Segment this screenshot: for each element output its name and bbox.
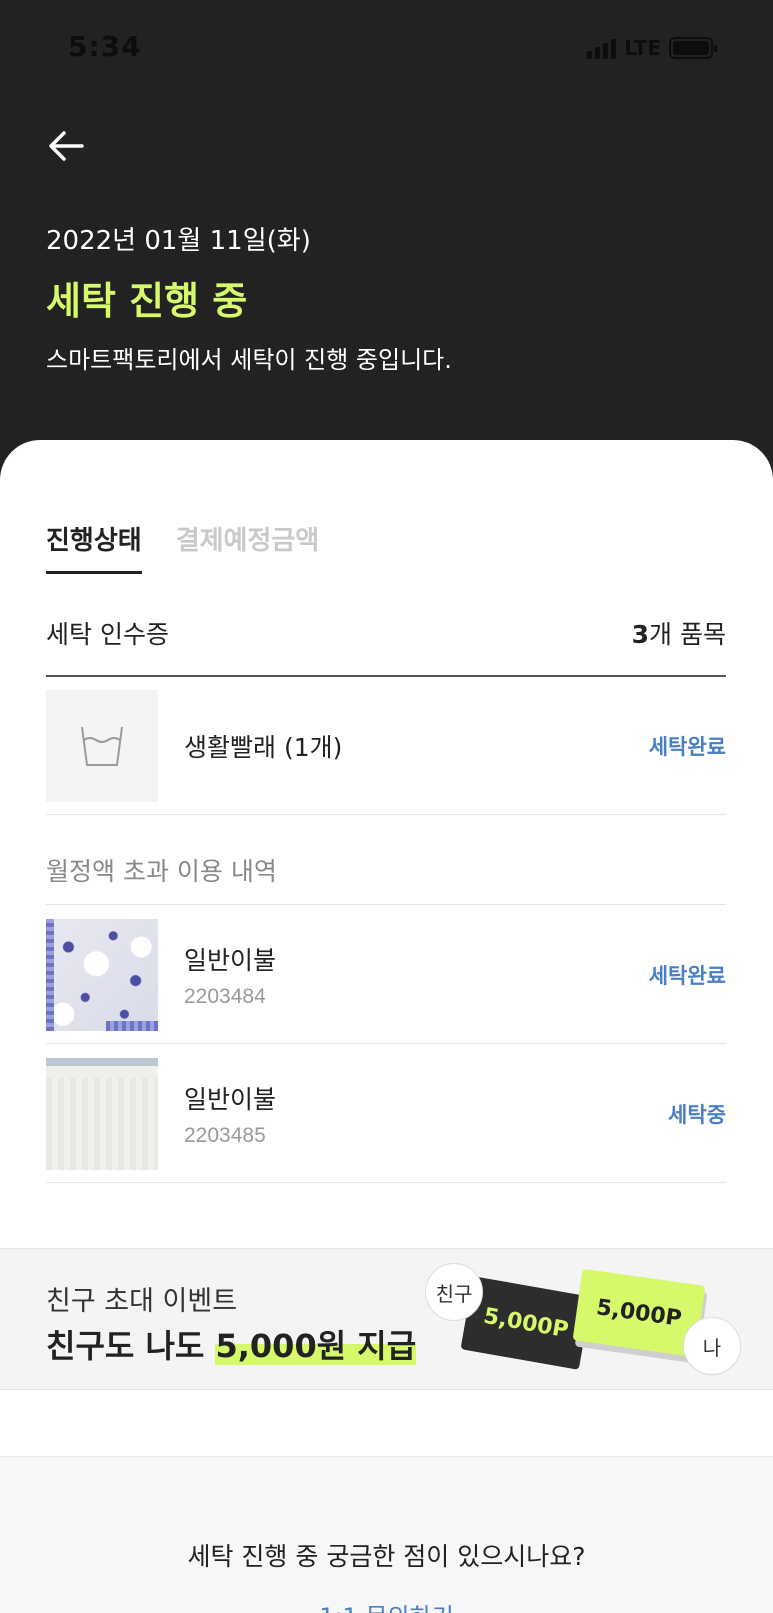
- status-time: 5:34: [68, 30, 142, 63]
- divider: [46, 814, 726, 815]
- tab-payment[interactable]: 결제예정금액: [176, 520, 320, 574]
- spacer: [0, 1390, 773, 1456]
- receipt-header: 세탁 인수증 3개 품목: [46, 615, 726, 651]
- divider: [46, 675, 726, 677]
- item-photo: [46, 1058, 158, 1170]
- list-item[interactable]: 생활빨래 (1개) 세탁완료: [46, 690, 726, 802]
- item-name: 일반이불: [184, 946, 277, 975]
- item-name: 생활빨래 (1개): [184, 733, 343, 762]
- overage-section-title: 월정액 초과 이용 내역: [46, 857, 277, 886]
- receipt-count: 3개 품목: [631, 620, 726, 649]
- list-item[interactable]: 일반이불 2203485 세탁중: [46, 1058, 726, 1170]
- item-code: 2203485: [184, 1124, 266, 1147]
- item-photo: [46, 919, 158, 1031]
- receipt-title: 세탁 인수증: [46, 620, 169, 649]
- faq-question: 세탁 진행 중 궁금한 점이 있으시나요?: [187, 1542, 586, 1571]
- signal-icon: [587, 37, 617, 59]
- tab-bar: 진행상태 결제예정금액: [46, 520, 319, 574]
- battery-icon: [669, 37, 717, 59]
- faq-section: 세탁 진행 중 궁금한 점이 있으시나요? 1:1 문의하기: [0, 1456, 773, 1613]
- laundry-basin-icon: [81, 726, 123, 766]
- back-button[interactable]: [46, 128, 86, 164]
- item-info: 일반이불 2203484: [184, 941, 649, 1009]
- item-code: 2203484: [184, 985, 266, 1008]
- item-status: 세탁완료: [648, 964, 726, 988]
- me-bubble: 나: [683, 1317, 741, 1375]
- divider: [46, 904, 726, 905]
- header: 5:34 LTE 2022년 01월 11일(화) 세탁 진행 중 스마트팩토리…: [0, 0, 773, 480]
- arrow-left-icon: [49, 131, 84, 161]
- order-date: 2022년 01월 11일(화): [46, 226, 311, 256]
- item-name: 일반이불: [184, 1085, 277, 1114]
- item-info: 생활빨래 (1개): [184, 728, 649, 764]
- banner-title: 친구도 나도 5,000원 지급: [46, 1327, 417, 1365]
- divider: [46, 1043, 726, 1044]
- list-item[interactable]: 일반이불 2203484 세탁완료: [46, 919, 726, 1031]
- inquiry-link[interactable]: 1:1 문의하기: [0, 1597, 773, 1613]
- status-indicators: LTE: [587, 36, 717, 60]
- network-label: LTE: [624, 36, 661, 60]
- banner-subtitle: 친구 초대 이벤트: [46, 1286, 238, 1317]
- item-thumbnail: [46, 690, 158, 802]
- status-description: 스마트팩토리에서 세탁이 진행 중입니다.: [46, 346, 452, 374]
- item-status: 세탁중: [668, 1103, 726, 1127]
- content-card: 진행상태 결제예정금액 세탁 인수증 3개 품목 생활빨래 (1개) 세탁완료 …: [0, 440, 773, 1250]
- tab-progress[interactable]: 진행상태: [46, 520, 142, 574]
- item-status: 세탁완료: [648, 735, 726, 759]
- item-info: 일반이불 2203485: [184, 1080, 668, 1148]
- friend-invite-banner[interactable]: 친구 초대 이벤트 친구도 나도 5,000원 지급 5,000P 5,000P…: [0, 1248, 773, 1390]
- friend-bubble: 친구: [425, 1263, 483, 1321]
- status-title: 세탁 진행 중: [46, 279, 248, 323]
- divider: [46, 1182, 726, 1183]
